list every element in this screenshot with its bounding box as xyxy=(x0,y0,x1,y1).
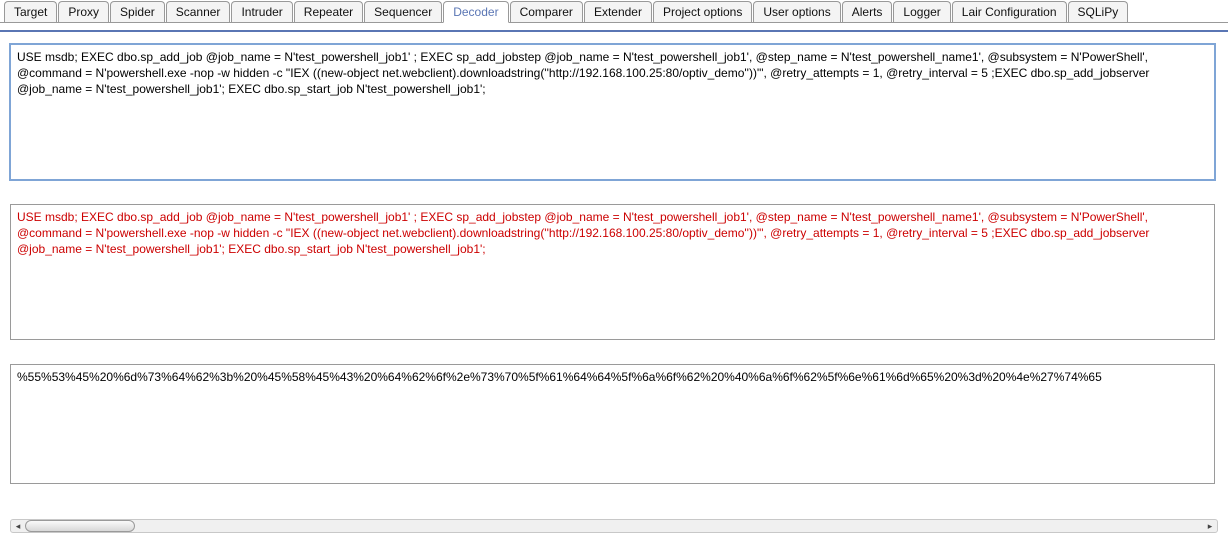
decoder-middle-pane[interactable]: USE msdb; EXEC dbo.sp_add_job @job_name … xyxy=(10,204,1215,340)
tab-label: Target xyxy=(14,5,47,19)
tab-sequencer[interactable]: Sequencer xyxy=(364,1,442,22)
tab-intruder[interactable]: Intruder xyxy=(231,1,292,22)
tab-repeater[interactable]: Repeater xyxy=(294,1,363,22)
tab-label: Logger xyxy=(903,5,940,19)
tab-label: Decoder xyxy=(453,5,498,19)
scroll-left-arrow-icon[interactable]: ◂ xyxy=(11,520,25,532)
tab-label: Lair Configuration xyxy=(962,5,1057,19)
horizontal-scrollbar[interactable]: ◂ ▸ xyxy=(10,519,1218,533)
tab-user-options[interactable]: User options xyxy=(753,1,840,22)
tab-label: Scanner xyxy=(176,5,221,19)
decoder-input-pane[interactable]: USE msdb; EXEC dbo.sp_add_job @job_name … xyxy=(10,44,1215,180)
decoder-content: USE msdb; EXEC dbo.sp_add_job @job_name … xyxy=(0,32,1228,484)
tab-label: Project options xyxy=(663,5,742,19)
tab-target[interactable]: Target xyxy=(4,1,57,22)
scroll-right-arrow-icon[interactable]: ▸ xyxy=(1203,520,1217,532)
scroll-thumb[interactable] xyxy=(25,520,135,532)
tab-spider[interactable]: Spider xyxy=(110,1,165,22)
tab-label: SQLiPy xyxy=(1078,5,1119,19)
tab-label: Sequencer xyxy=(374,5,432,19)
tab-label: Comparer xyxy=(520,5,573,19)
tab-project-options[interactable]: Project options xyxy=(653,1,752,22)
tab-decoder[interactable]: Decoder xyxy=(443,1,508,23)
tab-scanner[interactable]: Scanner xyxy=(166,1,231,22)
tab-label: Alerts xyxy=(852,5,883,19)
tab-label: User options xyxy=(763,5,830,19)
main-tabbar: Target Proxy Spider Scanner Intruder Rep… xyxy=(0,0,1228,23)
tab-alerts[interactable]: Alerts xyxy=(842,1,893,22)
tab-comparer[interactable]: Comparer xyxy=(510,1,583,22)
tab-label: Intruder xyxy=(241,5,282,19)
tab-proxy[interactable]: Proxy xyxy=(58,1,109,22)
tab-label: Spider xyxy=(120,5,155,19)
tab-sqlipy[interactable]: SQLiPy xyxy=(1068,1,1129,22)
tab-label: Proxy xyxy=(68,5,99,19)
tab-label: Extender xyxy=(594,5,642,19)
tabbar-underline xyxy=(0,23,1228,32)
scroll-track[interactable] xyxy=(25,520,1203,532)
tab-lair-configuration[interactable]: Lair Configuration xyxy=(952,1,1067,22)
tab-label: Repeater xyxy=(304,5,353,19)
decoder-output-pane[interactable]: %55%53%45%20%6d%73%64%62%3b%20%45%58%45%… xyxy=(10,364,1215,484)
tab-extender[interactable]: Extender xyxy=(584,1,652,22)
tab-logger[interactable]: Logger xyxy=(893,1,950,22)
